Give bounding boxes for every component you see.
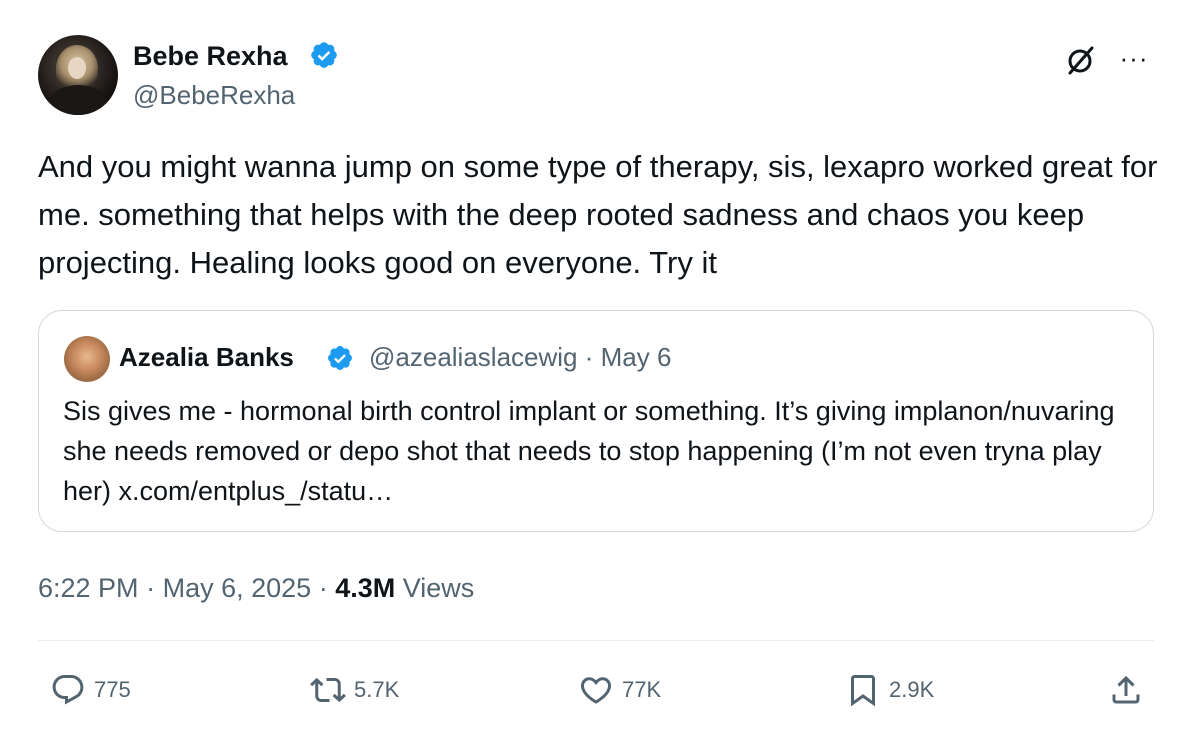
tweet-meta: 6:22 PM · May 6, 2025 · 4.3M Views [38,571,474,605]
verified-badge-icon [311,42,337,68]
repost-button[interactable]: 5.7K [310,672,399,708]
quoted-tweet-date[interactable]: May 6 [601,342,672,372]
meta-separator: · [584,342,594,372]
views-count: 4.3M [335,573,396,603]
avatar-face [68,57,86,79]
quoted-tweet-meta: @azealiaslacewig · May 6 [369,341,671,373]
reply-button[interactable]: 775 [50,672,131,708]
like-count: 77K [622,677,662,702]
divider [38,640,1154,641]
tweet-time[interactable]: 6:22 PM [38,573,139,603]
avatar-body [48,85,108,115]
share-icon [1112,675,1140,704]
bookmark-count: 2.9K [889,677,935,702]
author-handle[interactable]: @BebeRexha [133,80,295,110]
more-icon[interactable]: ··· [1116,44,1152,74]
author-name[interactable]: Bebe Rexha [133,40,288,72]
tweet-text: And you might wanna jump on some type of… [38,149,1158,280]
like-button[interactable]: 77K [578,672,661,708]
quoted-tweet-text: Sis gives me - hormonal birth control im… [63,396,1115,506]
quoted-author-handle[interactable]: @azealiaslacewig [369,342,578,372]
meta-separator: · [146,573,156,603]
heart-icon [580,677,612,704]
author-avatar[interactable] [38,35,118,115]
tweet-date[interactable]: May 6, 2025 [163,573,312,603]
quoted-author-name[interactable]: Azealia Banks [119,341,294,373]
bookmark-icon [851,675,875,707]
share-button[interactable] [1108,672,1144,708]
reply-count: 775 [94,677,131,702]
meta-separator: · [318,573,328,603]
quoted-tweet[interactable]: Azealia Banks @azealiaslacewig · May 6 S… [38,310,1154,532]
views-label: Views [402,573,475,603]
quoted-author-avatar[interactable] [64,336,110,382]
reply-icon [52,675,84,705]
verified-badge-icon [328,346,352,370]
repost-count: 5.7K [354,677,400,702]
tweet-card: Bebe Rexha @BebeRexha ··· And you might … [0,0,1200,737]
grok-icon[interactable] [1064,43,1098,77]
repost-icon [310,677,346,703]
bookmark-button[interactable]: 2.9K [845,672,934,708]
